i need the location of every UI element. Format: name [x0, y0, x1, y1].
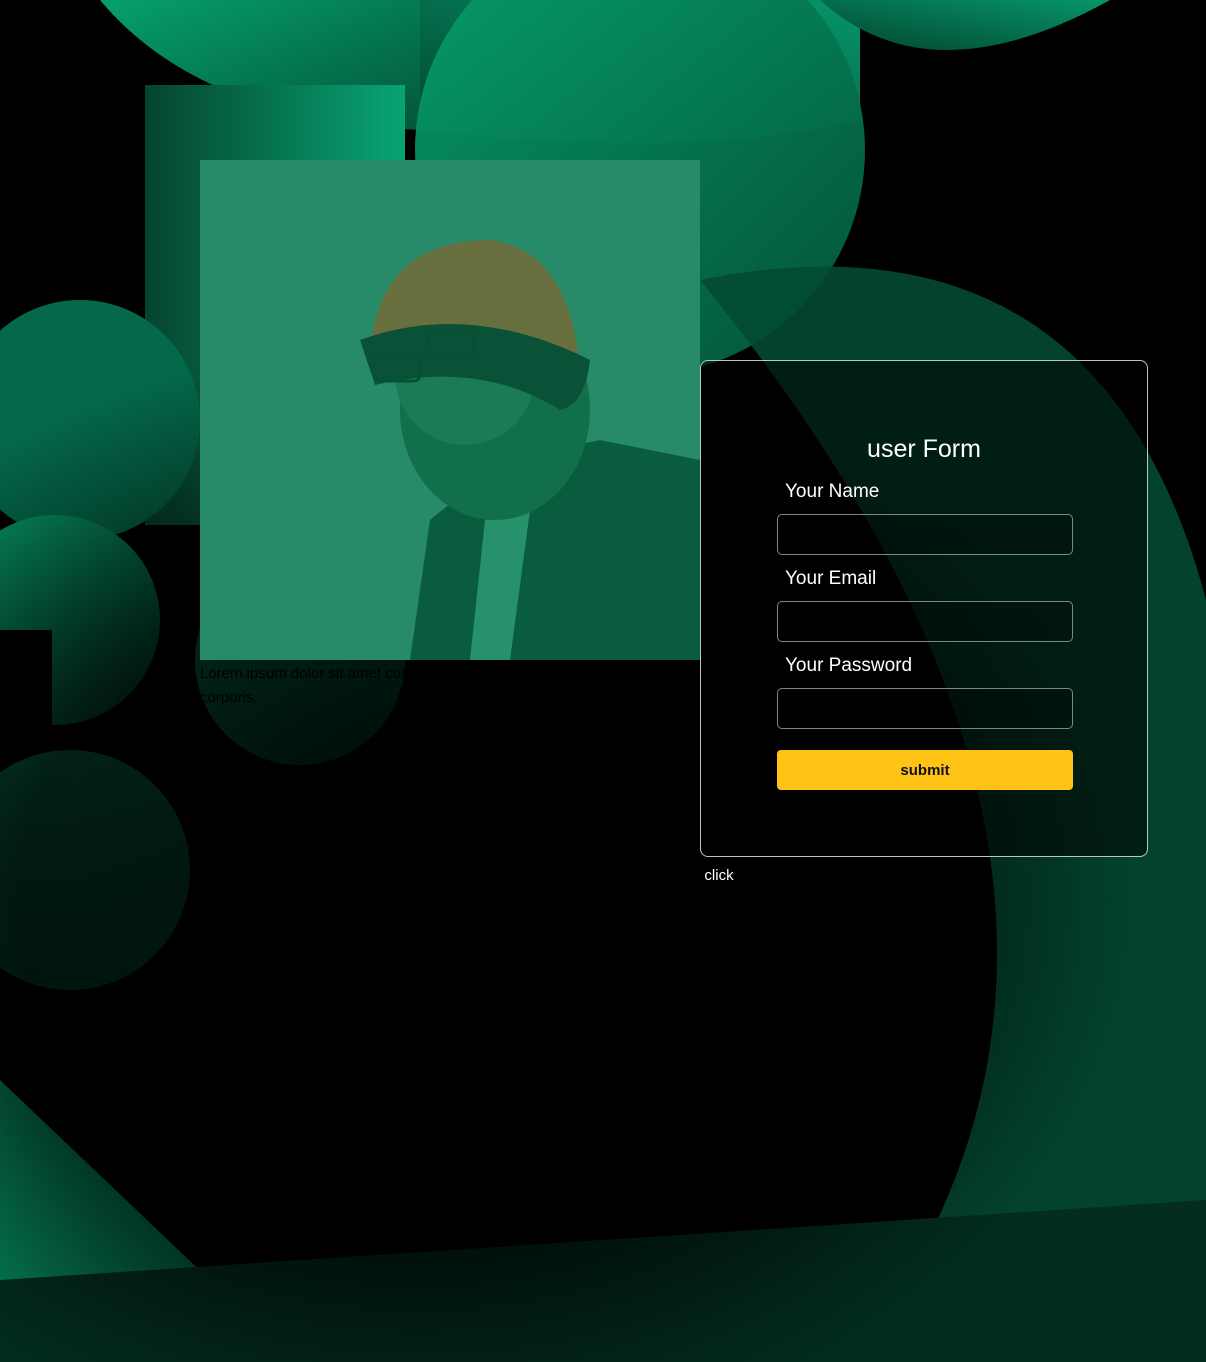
email-label: Your Email: [785, 568, 877, 589]
profile-photo: [200, 160, 700, 660]
form-title: user Form: [867, 435, 981, 463]
name-input[interactable]: [777, 514, 1073, 555]
name-label: Your Name: [785, 481, 880, 502]
photo-tint: [200, 160, 700, 660]
page: Lorem ipsum dolor sit amet consectetur a…: [0, 0, 1206, 1362]
password-label: Your Password: [785, 655, 913, 676]
photo-caption: Lorem ipsum dolor sit amet consectetur a…: [200, 665, 650, 706]
submit-button[interactable]: submit: [777, 750, 1073, 790]
user-form: user Form Your Name Your Email Your Pass…: [700, 360, 1148, 857]
email-input[interactable]: [777, 601, 1073, 642]
click-button[interactable]: click: [700, 861, 738, 891]
password-input[interactable]: [777, 688, 1073, 729]
